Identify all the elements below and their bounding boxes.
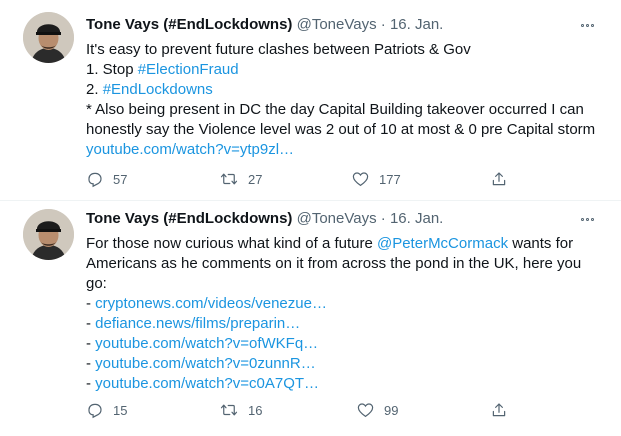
avatar[interactable]: [23, 12, 74, 63]
share-button[interactable]: [490, 400, 508, 420]
tweet[interactable]: Tone Vays (#EndLockdowns) @ToneVays · 16…: [0, 0, 621, 201]
retweet-icon: [220, 404, 238, 416]
tweet-text-segment: -: [86, 295, 96, 312]
heart-icon: [357, 403, 374, 418]
tweet-header: Tone Vays (#EndLockdowns) @ToneVays · 16…: [86, 14, 443, 36]
retweet-count: 27: [248, 171, 263, 187]
tweet-text-segment: -: [86, 335, 96, 352]
author-handle[interactable]: @ToneVays: [297, 210, 377, 227]
tweet-text-line: 1. Stop #ElectionFraud: [86, 60, 616, 80]
tweet-text-line: - youtube.com/watch?v=c0A7QT…: [86, 374, 616, 394]
tweet-text-segment: -: [86, 355, 96, 372]
hashtag-link[interactable]: #EndLockdowns: [103, 81, 213, 98]
tweet-actions: 57 27 177: [86, 169, 516, 189]
separator-dot: ·: [380, 16, 386, 33]
tweet-text-segment: honestly say the Violence level was 2 ou…: [86, 121, 596, 138]
share-icon: [492, 403, 506, 417]
tweet-text-segment: * Also being present in DC the day Capit…: [86, 101, 584, 118]
retweet-button[interactable]: 27: [219, 169, 262, 189]
reply-count: 15: [113, 402, 128, 418]
reply-button[interactable]: 57: [86, 169, 127, 189]
url-link[interactable]: youtube.com/watch?v=ofWKFq…: [95, 335, 318, 352]
tweet-text-line: For those now curious what kind of a fut…: [86, 234, 616, 254]
url-link[interactable]: cryptonews.com/videos/venezue…: [95, 295, 327, 312]
tweet[interactable]: Tone Vays (#EndLockdowns) @ToneVays · 16…: [0, 201, 621, 436]
tweet-text-line: Americans as he comments on it from acro…: [86, 254, 616, 274]
reply-icon: [88, 403, 102, 419]
tweet-text-segment: For those now curious what kind of a fut…: [86, 235, 377, 252]
hashtag-link[interactable]: #ElectionFraud: [138, 61, 239, 78]
tweet-actions: 15 16 99: [86, 400, 516, 420]
tweet-text-line: - cryptonews.com/videos/venezue…: [86, 294, 616, 314]
tweet-text-segment: 2.: [86, 81, 103, 98]
url-link[interactable]: youtube.com/watch?v=ytp9zl…: [86, 141, 294, 158]
retweet-button[interactable]: 16: [219, 400, 262, 420]
retweet-icon: [220, 173, 238, 185]
tweet-text-line: It's easy to prevent future clashes betw…: [86, 40, 616, 60]
tweet-text-segment: -: [86, 375, 96, 392]
tweet-text: It's easy to prevent future clashes betw…: [86, 40, 616, 160]
tweet-text-line: 2. #EndLockdowns: [86, 80, 616, 100]
share-icon: [492, 172, 506, 186]
author-handle[interactable]: @ToneVays: [297, 16, 377, 33]
tweet-text-line: - defiance.news/films/preparin…: [86, 314, 616, 334]
author-name[interactable]: Tone Vays (#EndLockdowns): [86, 16, 292, 33]
url-link[interactable]: youtube.com/watch?v=c0A7QT…: [95, 375, 319, 392]
like-button[interactable]: 99: [356, 400, 398, 420]
tweet-text-segment: wants for: [508, 235, 574, 252]
url-link[interactable]: defiance.news/films/preparin…: [95, 315, 300, 332]
tweet-text-segment: 1. Stop: [86, 61, 138, 78]
tweet-text-line: honestly say the Violence level was 2 ou…: [86, 120, 616, 140]
share-button[interactable]: [490, 169, 508, 189]
more-options-icon[interactable]: [577, 19, 597, 31]
tweet-text-line: - youtube.com/watch?v=ofWKFq…: [86, 334, 616, 354]
tweet-text: For those now curious what kind of a fut…: [86, 234, 616, 394]
more-options-icon[interactable]: [577, 213, 597, 225]
avatar[interactable]: [23, 209, 74, 260]
like-count: 99: [384, 402, 399, 418]
tweet-feed: Tone Vays (#EndLockdowns) @ToneVays · 16…: [0, 0, 621, 436]
reply-count: 57: [113, 171, 128, 187]
author-name[interactable]: Tone Vays (#EndLockdowns): [86, 210, 292, 227]
reply-button[interactable]: 15: [86, 400, 127, 420]
tweet-text-segment: -: [86, 315, 96, 332]
tweet-text-line: youtube.com/watch?v=ytp9zl…: [86, 140, 616, 160]
reply-icon: [88, 172, 102, 188]
tweet-date[interactable]: 16. Jan.: [390, 210, 443, 227]
tweet-text-segment: Americans as he comments on it from acro…: [86, 255, 582, 272]
tweet-text-line: go:: [86, 274, 616, 294]
tweet-text-line: - youtube.com/watch?v=0zunnR…: [86, 354, 616, 374]
like-count: 177: [379, 171, 401, 187]
retweet-count: 16: [248, 402, 263, 418]
tweet-text-line: * Also being present in DC the day Capit…: [86, 100, 616, 120]
separator-dot: ·: [380, 210, 386, 227]
mention-link[interactable]: @PeterMcCormack: [377, 235, 508, 252]
heart-icon: [352, 172, 369, 187]
tweet-header: Tone Vays (#EndLockdowns) @ToneVays · 16…: [86, 208, 443, 230]
tweet-text-segment: It's easy to prevent future clashes betw…: [86, 41, 471, 58]
url-link[interactable]: youtube.com/watch?v=0zunnR…: [95, 355, 316, 372]
tweet-date[interactable]: 16. Jan.: [390, 16, 443, 33]
tweet-text-segment: go:: [86, 275, 107, 292]
like-button[interactable]: 177: [351, 169, 401, 189]
